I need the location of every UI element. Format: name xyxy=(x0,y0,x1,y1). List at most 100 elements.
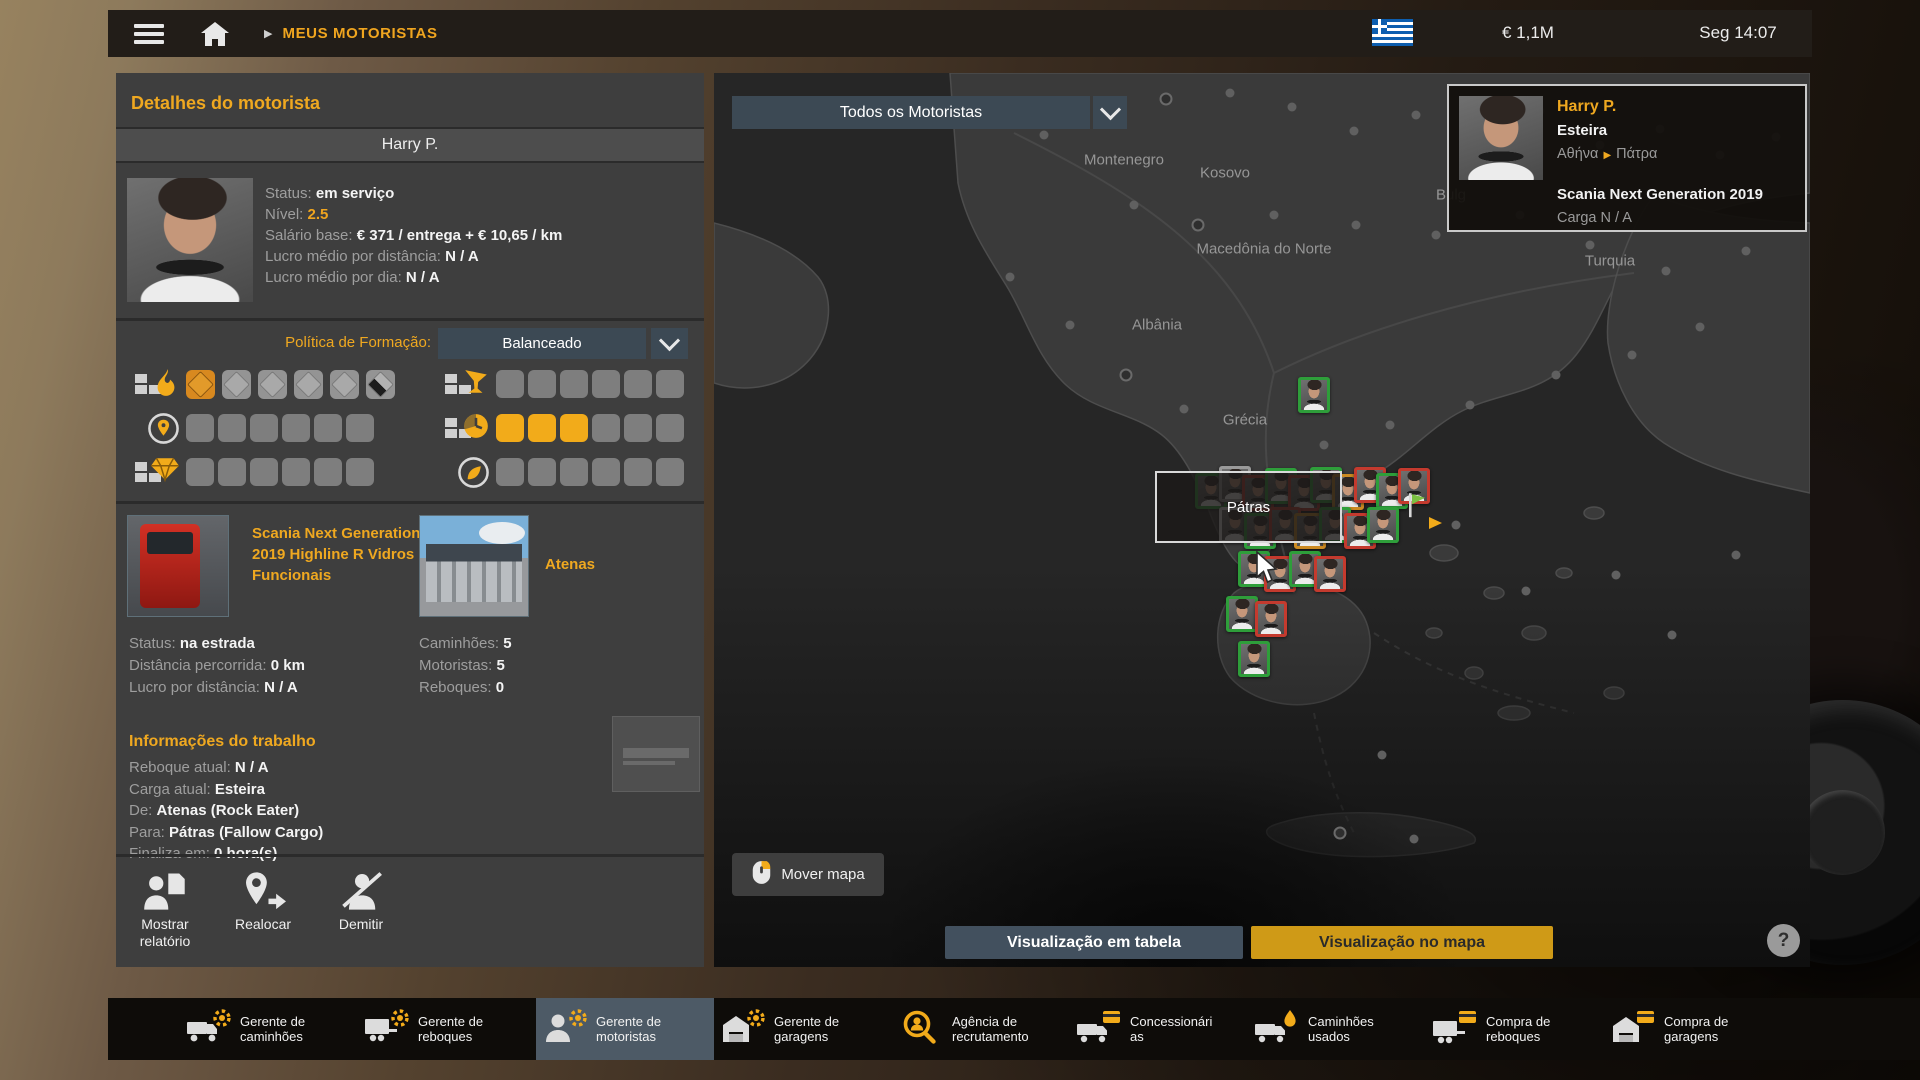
driver-marker-green[interactable] xyxy=(1367,507,1399,543)
driver-marker-red[interactable] xyxy=(1314,556,1346,592)
skill-level-cells xyxy=(496,458,684,486)
skill-point-box xyxy=(250,458,278,486)
job-line-label: Carga atual: xyxy=(129,781,215,798)
city-dot xyxy=(1192,219,1205,232)
skill-point-box xyxy=(560,370,588,398)
nav-item-caminhoes-usados[interactable]: Caminhões usados xyxy=(1248,998,1426,1060)
skill-point-box xyxy=(624,414,652,442)
garage-thumbnail[interactable] xyxy=(419,515,529,617)
training-policy-chevron-down-icon[interactable] xyxy=(651,328,688,359)
destination-flag-icon xyxy=(1407,491,1427,524)
driver-filter-chevron-down-icon[interactable] xyxy=(1093,96,1127,129)
driver-marker-green[interactable] xyxy=(1238,641,1270,677)
nav-item-gerente-de-garagens[interactable]: Gerente de garagens xyxy=(714,998,892,1060)
truck-stat: Distância percorrida: 0 km xyxy=(129,655,305,677)
garage-manager-icon xyxy=(720,1009,766,1050)
city-dot xyxy=(1612,571,1621,580)
city-dot xyxy=(1378,751,1387,760)
nav-item-compra-de-garagens[interactable]: Compra de garagens xyxy=(1604,998,1782,1060)
skill-point-box xyxy=(592,414,620,442)
flame-icon xyxy=(128,367,186,401)
home-icon[interactable] xyxy=(200,21,230,47)
mostrar-relatorio-button[interactable]: Mostrar relatório xyxy=(116,860,214,950)
menu-icon[interactable] xyxy=(134,24,164,44)
job-line: Carga atual: Esteira xyxy=(129,779,323,801)
truck-name: Scania Next Generation 2019 Highline R V… xyxy=(252,523,437,586)
job-line-value: N / A xyxy=(235,759,269,776)
city-dot xyxy=(1732,551,1741,560)
city-dot xyxy=(1352,221,1361,230)
map-view-button[interactable]: Visualização no mapa xyxy=(1251,926,1553,959)
hazard-placard-icon xyxy=(294,370,323,399)
city-dot xyxy=(1006,273,1015,282)
job-line-value: Atenas (Rock Eater) xyxy=(157,802,300,819)
city-dot xyxy=(1066,321,1075,330)
truck-manager-icon xyxy=(186,1009,232,1050)
skill-point-box xyxy=(282,414,310,442)
nav-item-concessionarias[interactable]: Concessionárias xyxy=(1070,998,1248,1060)
skill-row-fragile-cargo xyxy=(438,367,684,401)
skill-point-box xyxy=(624,370,652,398)
skill-point-box xyxy=(560,458,588,486)
skill-point-box xyxy=(346,458,374,486)
dealership-icon xyxy=(1076,1009,1122,1050)
city-dot xyxy=(1412,111,1421,120)
driver-action-buttons: Mostrar relatórioRealocarDemitir xyxy=(116,860,704,950)
skill-point-box xyxy=(346,414,374,442)
garage-stats: Caminhões: 5Motoristas: 5Reboques: 0 xyxy=(419,633,512,699)
skill-point-box xyxy=(592,458,620,486)
mostrar-relatorio-label: Mostrar relatório xyxy=(116,916,214,950)
skill-point-box xyxy=(186,458,214,486)
truck-stat-label: Lucro por distância: xyxy=(129,679,264,696)
nav-label-caminhoes-usados: Caminhões usados xyxy=(1308,1014,1394,1044)
driver-filter-select[interactable]: Todos os Motoristas xyxy=(732,96,1090,129)
city-tooltip-label: Pátras xyxy=(1227,499,1270,516)
garage-name: Atenas xyxy=(545,556,595,573)
skill-point-box xyxy=(656,458,684,486)
truck-thumbnail[interactable] xyxy=(127,515,229,617)
truck-stat-label: Status: xyxy=(129,635,180,652)
driver-details-panel: Detalhes do motorista Harry P. Status: e… xyxy=(116,73,704,967)
driver-marker-green[interactable] xyxy=(1226,596,1258,632)
driver-info-line: Lucro médio por distância: N / A xyxy=(265,246,562,267)
skill-point-box xyxy=(218,458,246,486)
skill-point-box xyxy=(528,370,556,398)
garage-stat-value: 0 xyxy=(496,679,504,696)
city-dot xyxy=(1120,369,1133,382)
garage-stat: Motoristas: 5 xyxy=(419,655,512,677)
job-info-lines: Reboque atual: N / ACarga atual: Esteira… xyxy=(129,757,323,865)
route-from: Αθήνα xyxy=(1557,146,1598,162)
skill-level-cells xyxy=(496,370,684,398)
clock-icon xyxy=(438,411,496,445)
driver-card-name: Harry P. xyxy=(1557,98,1616,116)
nav-item-compra-de-reboques[interactable]: Compra de reboques xyxy=(1426,998,1604,1060)
driver-info-lines: Status: em serviçoNível: 2.5Salário base… xyxy=(265,183,562,288)
realocar-button[interactable]: Realocar xyxy=(214,860,312,950)
nav-item-gerente-de-caminhoes[interactable]: Gerente de caminhões xyxy=(180,998,358,1060)
city-dot xyxy=(1040,131,1049,140)
nav-label-compra-de-reboques: Compra de reboques xyxy=(1486,1014,1572,1044)
hazard-placard-icon xyxy=(330,370,359,399)
driver-name-bar: Harry P. xyxy=(116,127,704,163)
route-arrow-icon xyxy=(1429,516,1443,534)
driver-marker-red[interactable] xyxy=(1255,601,1287,637)
driver-photo xyxy=(127,178,253,302)
nav-item-agencia-de-recrutamento[interactable]: Agência de recrutamento xyxy=(892,998,1070,1060)
demitir-button[interactable]: Demitir xyxy=(312,860,410,950)
training-policy-select[interactable]: Balanceado xyxy=(438,328,646,359)
driver-info-line: Lucro médio por dia: N / A xyxy=(265,267,562,288)
driver-marker-green[interactable] xyxy=(1298,377,1330,413)
hazard-placard-icon xyxy=(222,370,251,399)
skill-row-adr xyxy=(128,367,398,401)
driver-info-line-label: Lucro médio por dia: xyxy=(265,269,406,286)
hazard-placard-icon xyxy=(258,370,287,399)
help-button[interactable]: ? xyxy=(1767,924,1800,957)
move-map-button[interactable]: Mover mapa xyxy=(732,853,884,896)
trailer-placeholder-image xyxy=(612,716,700,792)
nav-item-gerente-de-reboques[interactable]: Gerente de reboques xyxy=(358,998,536,1060)
trailer-purchase-icon xyxy=(1432,1009,1478,1050)
garage-stat-value: 5 xyxy=(503,635,511,652)
city-dot xyxy=(1742,247,1751,256)
nav-item-gerente-de-motoristas[interactable]: Gerente de motoristas xyxy=(536,998,714,1060)
table-view-button[interactable]: Visualização em tabela xyxy=(945,926,1243,959)
